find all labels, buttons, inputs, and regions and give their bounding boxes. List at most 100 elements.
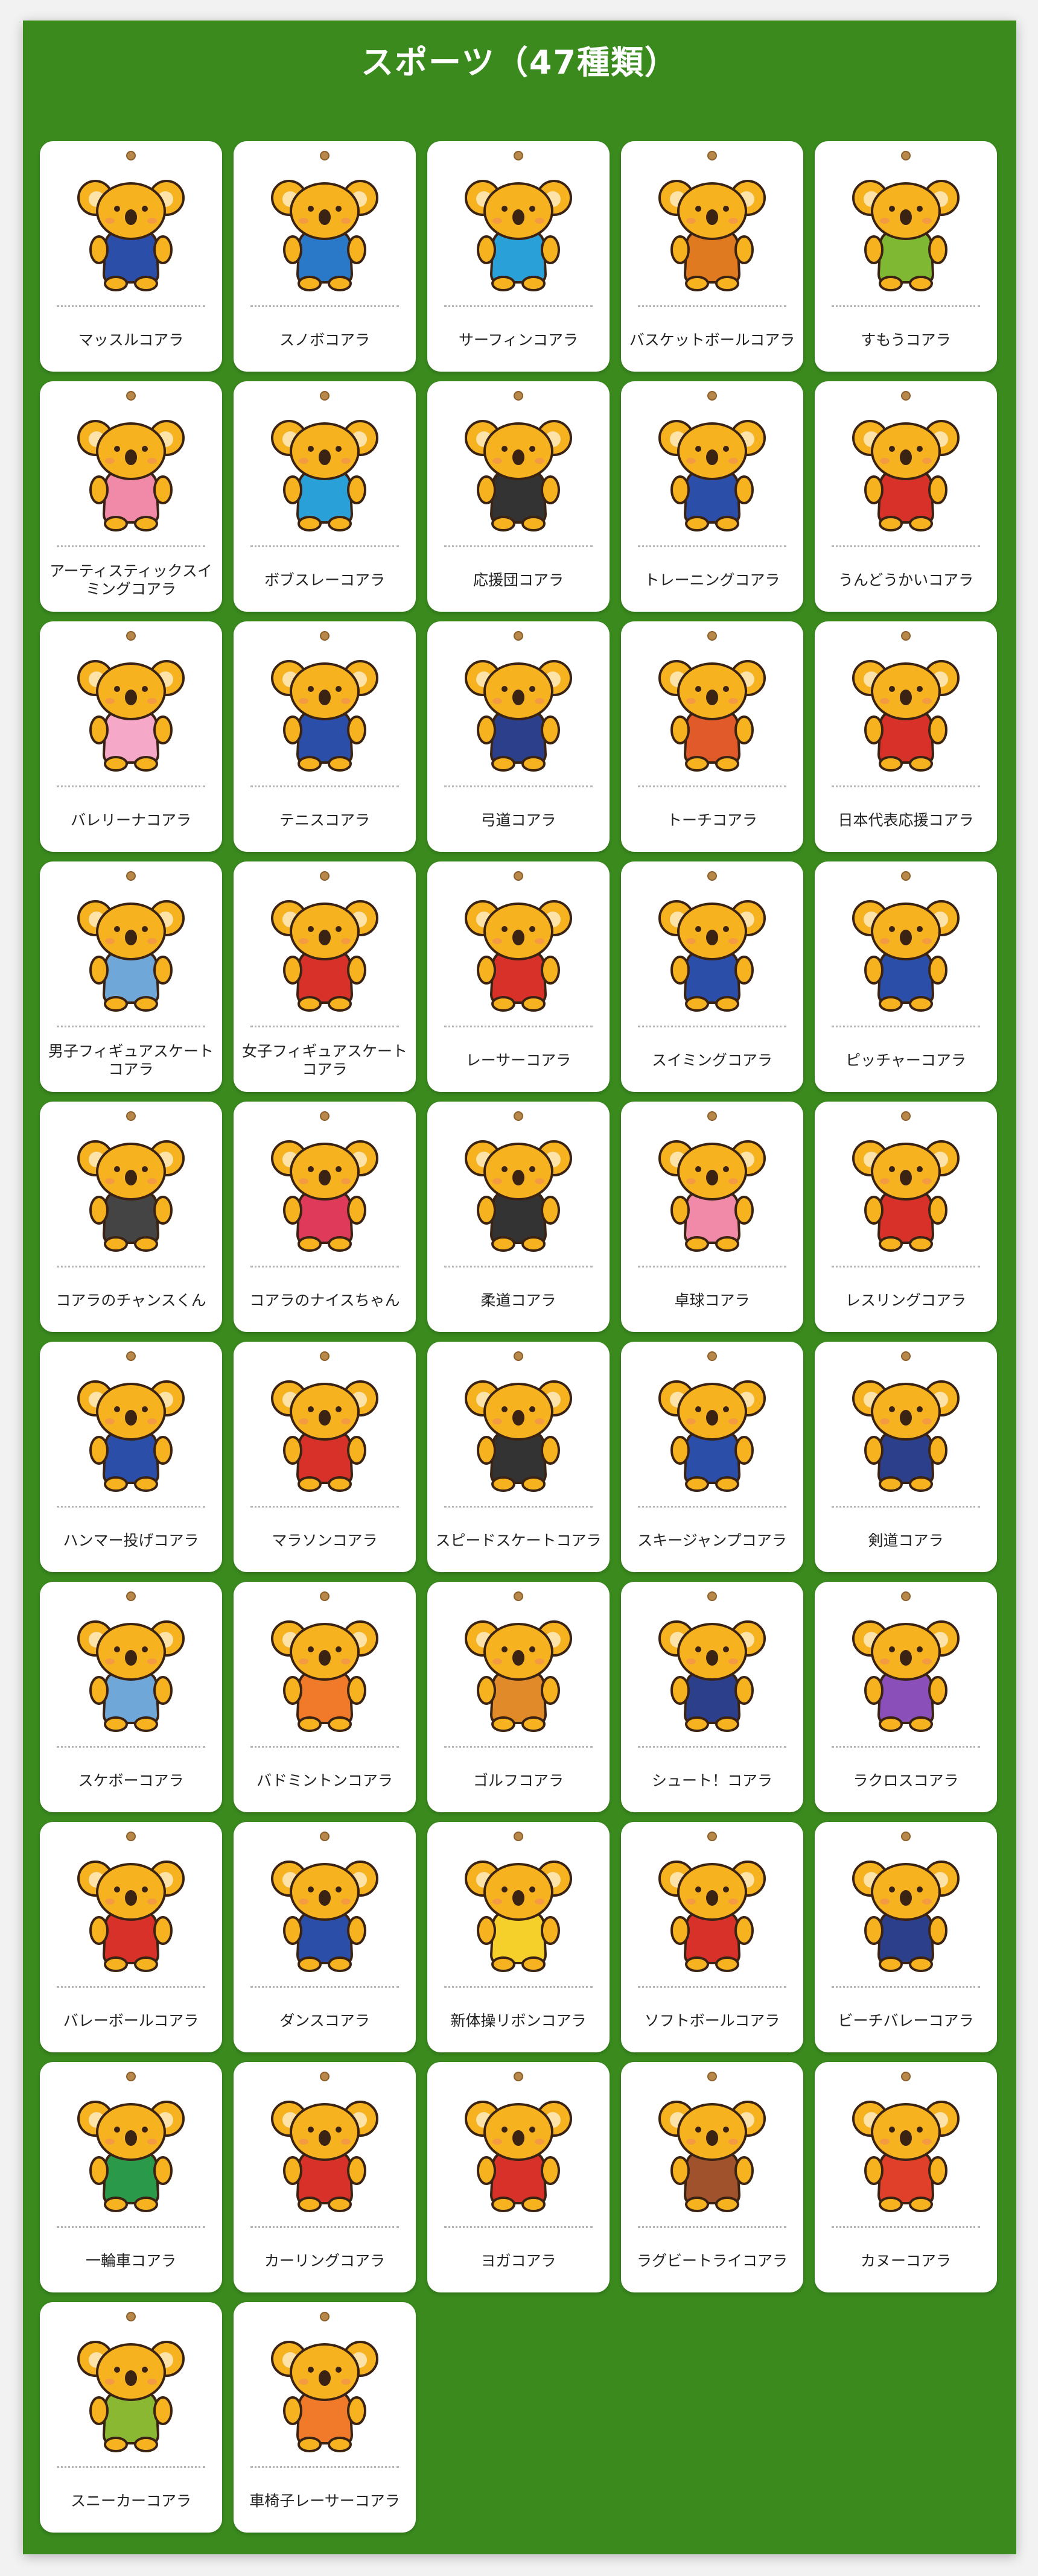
tag-hole [126,2312,136,2321]
koala-card[interactable]: バレーボールコアラ [40,1822,222,2052]
dotted-divider [250,305,399,307]
koala-card[interactable]: 女子フィギュアスケートコアラ [234,861,416,1092]
tag-hole [707,391,717,401]
tag-hole [320,1351,330,1361]
koala-card[interactable]: コアラのチャンスくん [40,1102,222,1332]
dotted-divider [832,545,980,547]
koala-card[interactable]: ハンマー投げコアラ [40,1342,222,1572]
rugby-try-koala-icon [649,2087,775,2214]
koala-card[interactable]: バドミントンコアラ [234,1582,416,1812]
tag-hole [126,1591,136,1601]
koala-card[interactable]: トーチコアラ [621,621,803,852]
wrestling-koala-icon [842,1127,969,1254]
koala-card[interactable]: テニスコアラ [234,621,416,852]
koala-card[interactable]: ゴルフコアラ [427,1582,610,1812]
tag-hole [707,151,717,160]
koala-card[interactable]: 車椅子レーサーコアラ [234,2302,416,2533]
koala-card[interactable]: スケボーコアラ [40,1582,222,1812]
sumo-koala-icon [842,167,969,293]
koala-card[interactable]: ビーチバレーコアラ [815,1822,997,2052]
dotted-divider [832,785,980,787]
tag-hole [707,1832,717,1841]
dotted-divider [250,1266,399,1267]
koala-card[interactable]: ソフトボールコアラ [621,1822,803,2052]
koala-card[interactable]: ピッチャーコアラ [815,861,997,1092]
card-label: 新体操リボンコアラ [450,2012,587,2029]
tag-hole [514,631,523,641]
dotted-divider [57,1986,205,1988]
koala-card[interactable]: バレリーナコアラ [40,621,222,852]
dotted-divider [57,1506,205,1508]
tag-hole [514,1832,523,1841]
card-label: ピッチャーコアラ [845,1052,966,1069]
koala-card[interactable]: スノボコアラ [234,141,416,372]
card-label: スイミングコアラ [651,1052,772,1069]
koala-card[interactable]: カーリングコアラ [234,2062,416,2292]
koala-card[interactable]: スピードスケートコアラ [427,1342,610,1572]
artistic-swimming-koala-icon [68,407,194,533]
card-label: スケボーコアラ [78,1772,184,1789]
koala-card[interactable]: 卓球コアラ [621,1102,803,1332]
dotted-divider [57,2226,205,2228]
koala-card[interactable]: ボブスレーコアラ [234,381,416,612]
card-label: トーチコアラ [666,811,757,829]
tag-hole [320,631,330,641]
koala-card[interactable]: すもうコアラ [815,141,997,372]
koala-card[interactable]: サーフィンコアラ [427,141,610,372]
tag-hole [320,151,330,160]
dotted-divider [638,1266,786,1267]
card-label: 卓球コアラ [674,1292,750,1309]
table-tennis-koala-icon [649,1127,775,1254]
card-label: 車椅子レーサーコアラ [249,2492,400,2510]
koala-card[interactable]: スキージャンプコアラ [621,1342,803,1572]
koala-card[interactable]: カヌーコアラ [815,2062,997,2292]
sports-day-koala-icon [842,407,969,533]
tag-hole [126,1351,136,1361]
koala-card[interactable]: コアラのナイスちゃん [234,1102,416,1332]
card-label: 柔道コアラ [480,1292,556,1309]
koala-card[interactable]: シュート！コアラ [621,1582,803,1812]
koala-card[interactable]: ラグビートライコアラ [621,2062,803,2292]
koala-card[interactable]: 日本代表応援コアラ [815,621,997,852]
koala-card[interactable]: 弓道コアラ [427,621,610,852]
koala-card[interactable]: うんどうかいコアラ [815,381,997,612]
koala-card[interactable]: スニーカーコアラ [40,2302,222,2533]
card-label: コアラのナイスちゃん [249,1292,400,1309]
sneaker-koala-icon [68,2327,194,2454]
character-grid: マッスルコアラ スノボコアラ サーフィンコアラ バスケットボールコアラ すもうコアラアー… [40,141,1002,2533]
koala-card[interactable]: マラソンコアラ [234,1342,416,1572]
koala-card[interactable]: 男子フィギュアスケートコアラ [40,861,222,1092]
volleyball-koala-icon [68,1847,194,1974]
koala-card[interactable]: ダンスコアラ [234,1822,416,2052]
dotted-divider [57,1746,205,1748]
koala-card[interactable]: 柔道コアラ [427,1102,610,1332]
koala-card[interactable]: トレーニングコアラ [621,381,803,612]
dotted-divider [250,1506,399,1508]
koala-card[interactable]: ヨガコアラ [427,2062,610,2292]
tag-hole [126,871,136,881]
lacrosse-koala-icon [842,1607,969,1734]
koala-card[interactable]: レスリングコアラ [815,1102,997,1332]
bobsleigh-koala-icon [261,407,388,533]
ski-jump-koala-icon [649,1367,775,1494]
koala-card[interactable]: 剣道コアラ [815,1342,997,1572]
card-label: バスケットボールコアラ [629,331,795,349]
dotted-divider [57,2466,205,2468]
koala-card[interactable]: アーティスティックスイミングコアラ [40,381,222,612]
koala-card[interactable]: バスケットボールコアラ [621,141,803,372]
koala-card[interactable]: レーサーコアラ [427,861,610,1092]
tag-hole [320,1832,330,1841]
koala-card[interactable]: ラクロスコアラ [815,1582,997,1812]
koala-card[interactable]: 一輪車コアラ [40,2062,222,2292]
koala-card[interactable]: マッスルコアラ [40,141,222,372]
koala-card[interactable]: 新体操リボンコアラ [427,1822,610,2052]
koala-card[interactable]: スイミングコアラ [621,861,803,1092]
kyudo-koala-icon [455,647,582,773]
tag-hole [901,2072,911,2081]
tag-hole [707,631,717,641]
card-label: マラソンコアラ [272,1532,378,1549]
tag-hole [514,2072,523,2081]
koala-card[interactable]: 応援団コアラ [427,381,610,612]
tag-hole [901,1351,911,1361]
card-label: カーリングコアラ [264,2252,385,2270]
